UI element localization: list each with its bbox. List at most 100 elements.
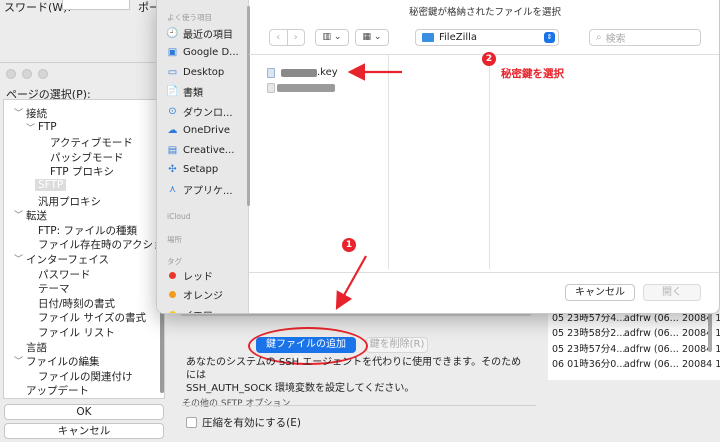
sidebar-item-label: Setapp bbox=[183, 164, 219, 175]
sidebar-item[interactable]: ▤ Creative... bbox=[167, 141, 249, 159]
tree-item[interactable]: ファイルの関連付け bbox=[38, 369, 133, 384]
dialog-toolbar: ‹ › ▥ ⌄ ▦ ⌄ FileZilla ⇕ ⌕ 検索 bbox=[249, 26, 719, 50]
row-permissions: adfrw (06... bbox=[624, 358, 679, 370]
tree-item[interactable]: FTP: ファイルの種類 bbox=[38, 223, 137, 238]
tree-expand-icon[interactable]: ﹀ bbox=[14, 252, 23, 265]
row-date: 05 23時57分4... bbox=[552, 343, 626, 355]
footer-divider bbox=[249, 272, 719, 273]
sidebar-item[interactable]: ⋏ アプリケ... bbox=[167, 180, 249, 198]
remove-key-button[interactable]: 鍵を削除(R) bbox=[366, 337, 428, 353]
sidebar-item-label: レッド bbox=[183, 271, 213, 283]
sidebar-item[interactable]: ▣ Google D... bbox=[167, 44, 249, 62]
sidebar-item-label: Creative... bbox=[183, 144, 235, 156]
row-owner: 20084 1( bbox=[682, 358, 720, 370]
tree-expand-icon[interactable]: ﹀ bbox=[14, 106, 23, 119]
sidebar-item[interactable]: ⊙ ダウンロ... bbox=[167, 102, 249, 120]
tree-item[interactable]: 言語 bbox=[26, 340, 47, 355]
document-icon: 📄 bbox=[166, 86, 179, 97]
remote-list-row[interactable]: 06 01時36分0...adfrw (06...20084 1( bbox=[552, 356, 720, 370]
tree-item[interactable]: 転送 bbox=[26, 208, 47, 223]
sidebar-item[interactable]: ▭ Desktop bbox=[167, 63, 249, 81]
divider bbox=[182, 405, 536, 406]
compression-checkbox[interactable] bbox=[186, 417, 197, 428]
sidebar-item[interactable]: イエロー bbox=[167, 305, 249, 313]
tree-item[interactable]: 日付/時刻の書式 bbox=[38, 296, 115, 311]
tree-item[interactable]: FTP bbox=[38, 121, 57, 133]
settings-cancel-button[interactable]: キャンセル bbox=[4, 423, 164, 439]
password-input[interactable] bbox=[62, 0, 130, 10]
row-permissions: adfrw (06... bbox=[624, 312, 679, 324]
tree-item[interactable]: ファイル リスト bbox=[38, 325, 115, 340]
sidebar-item[interactable]: オレンジ bbox=[167, 286, 249, 304]
remote-list-row[interactable]: 05 23時58分2...adfrw (06...20084 1( bbox=[552, 325, 720, 339]
close-window-button[interactable] bbox=[6, 69, 16, 79]
empty-column bbox=[390, 55, 490, 269]
sidebar-item-label: Desktop bbox=[183, 66, 225, 78]
minimize-window-button[interactable] bbox=[22, 69, 32, 79]
file-item[interactable] bbox=[267, 83, 335, 93]
tree-item[interactable]: ファイルの編集 bbox=[26, 354, 100, 369]
file-icon bbox=[267, 83, 275, 93]
sidebar-section-header: よく使う項目 bbox=[167, 13, 212, 22]
tree-item[interactable]: パスワード bbox=[38, 267, 91, 282]
search-input[interactable]: ⌕ 検索 bbox=[589, 29, 701, 46]
dialog-main: 秘密鍵が格納されたファイルを選択 ‹ › ▥ ⌄ ▦ ⌄ FileZilla ⇕… bbox=[249, 0, 719, 313]
grid-view-button[interactable]: ▦ ⌄ bbox=[355, 29, 389, 46]
tree-item[interactable]: インターフェイス bbox=[26, 252, 109, 267]
row-owner: 20084 1( bbox=[682, 328, 720, 340]
tree-item[interactable]: SFTP bbox=[35, 179, 67, 191]
cloud-icon: ☁ bbox=[167, 125, 178, 136]
step1-badge: 1 bbox=[342, 238, 356, 252]
nav-buttons: ‹ › bbox=[269, 29, 305, 46]
row-owner: 20084 1( bbox=[682, 312, 720, 324]
remote-list-row[interactable]: 05 23時57分4...adfrw (06...20084 1( bbox=[552, 341, 720, 355]
sidebar-item[interactable]: ✣ Setapp bbox=[167, 161, 249, 179]
column-view-button[interactable]: ▥ ⌄ bbox=[315, 29, 349, 46]
tag-color-icon bbox=[169, 310, 176, 313]
tree-expand-icon[interactable]: ﹀ bbox=[26, 121, 35, 134]
forward-button[interactable]: › bbox=[288, 30, 305, 45]
sftp-settings-panel: 鍵ファイルの追加(A)... 鍵を削除(R) あなたのシステムの SSH エージ… bbox=[172, 303, 540, 442]
tree-item[interactable]: パッシブモード bbox=[50, 150, 124, 165]
drive-icon: ▣ bbox=[167, 47, 178, 58]
location-dropdown[interactable]: FileZilla ⇕ bbox=[415, 29, 559, 46]
download-icon: ⊙ bbox=[168, 105, 177, 117]
search-icon: ⌕ bbox=[596, 32, 602, 43]
tree-item[interactable]: 汎用プロキシ bbox=[38, 194, 101, 209]
sidebar-item[interactable]: 🕘 最近の項目 bbox=[166, 24, 249, 42]
sidebar-item-label: Google D... bbox=[183, 47, 239, 58]
tree-expand-icon[interactable]: ﹀ bbox=[14, 354, 23, 367]
redacted-filename bbox=[281, 68, 317, 77]
settings-page-tree: ﹀ 接続 ﹀ FTP アクティブモード パッシブモード FTP プロキシ SFTP 汎用プロキシ… bbox=[3, 99, 174, 399]
columns-icon: ▥ ⌄ bbox=[322, 32, 342, 42]
sidebar-item[interactable]: レッド bbox=[167, 266, 249, 284]
compression-option[interactable]: 圧縮を有効にする(E) bbox=[186, 415, 301, 430]
finder-sidebar: よく使う項目 🕘 最近の項目 ▣ Google D... ▭ Desktop 📄 書類 ⊙ ダウンロ… bbox=[157, 0, 250, 313]
ok-button[interactable]: OK bbox=[4, 404, 164, 420]
sidebar-item[interactable]: ☁ OneDrive bbox=[167, 122, 249, 140]
window-controls bbox=[6, 69, 48, 79]
open-button[interactable]: 開く bbox=[643, 284, 701, 301]
sidebar-item-label: 最近の項目 bbox=[183, 29, 233, 41]
sidebar-item-label: ダウンロ... bbox=[183, 107, 233, 119]
zoom-window-button[interactable] bbox=[38, 69, 48, 79]
location-label: FileZilla bbox=[439, 32, 478, 43]
back-button[interactable]: ‹ bbox=[270, 30, 288, 45]
row-date: 06 01時36分0... bbox=[552, 358, 626, 370]
row-permissions: adfrw (06... bbox=[624, 328, 679, 340]
redacted-filename bbox=[277, 84, 335, 92]
private-key-file[interactable]: .key bbox=[267, 67, 338, 78]
tree-item[interactable]: アクティブモード bbox=[50, 135, 133, 150]
step2-caption: 秘密鍵を選択 bbox=[501, 68, 564, 80]
tree-item[interactable]: テーマ bbox=[38, 281, 70, 296]
tree-item[interactable]: アップデート bbox=[26, 383, 89, 398]
sidebar-item-label: OneDrive bbox=[183, 125, 231, 136]
tree-expand-icon[interactable]: ﹀ bbox=[14, 208, 23, 221]
sidebar-item[interactable]: 📄 書類 bbox=[166, 83, 249, 101]
dialog-cancel-button[interactable]: キャンセル bbox=[565, 284, 635, 301]
tree-item[interactable]: FTP プロキシ bbox=[50, 164, 114, 179]
tree-item[interactable]: ファイル サイズの書式 bbox=[38, 310, 146, 325]
sidebar-section-header: iCloud bbox=[167, 212, 191, 221]
tree-item[interactable]: ファイル存在時のアクション bbox=[38, 237, 174, 252]
tree-item[interactable]: 接続 bbox=[26, 106, 47, 121]
